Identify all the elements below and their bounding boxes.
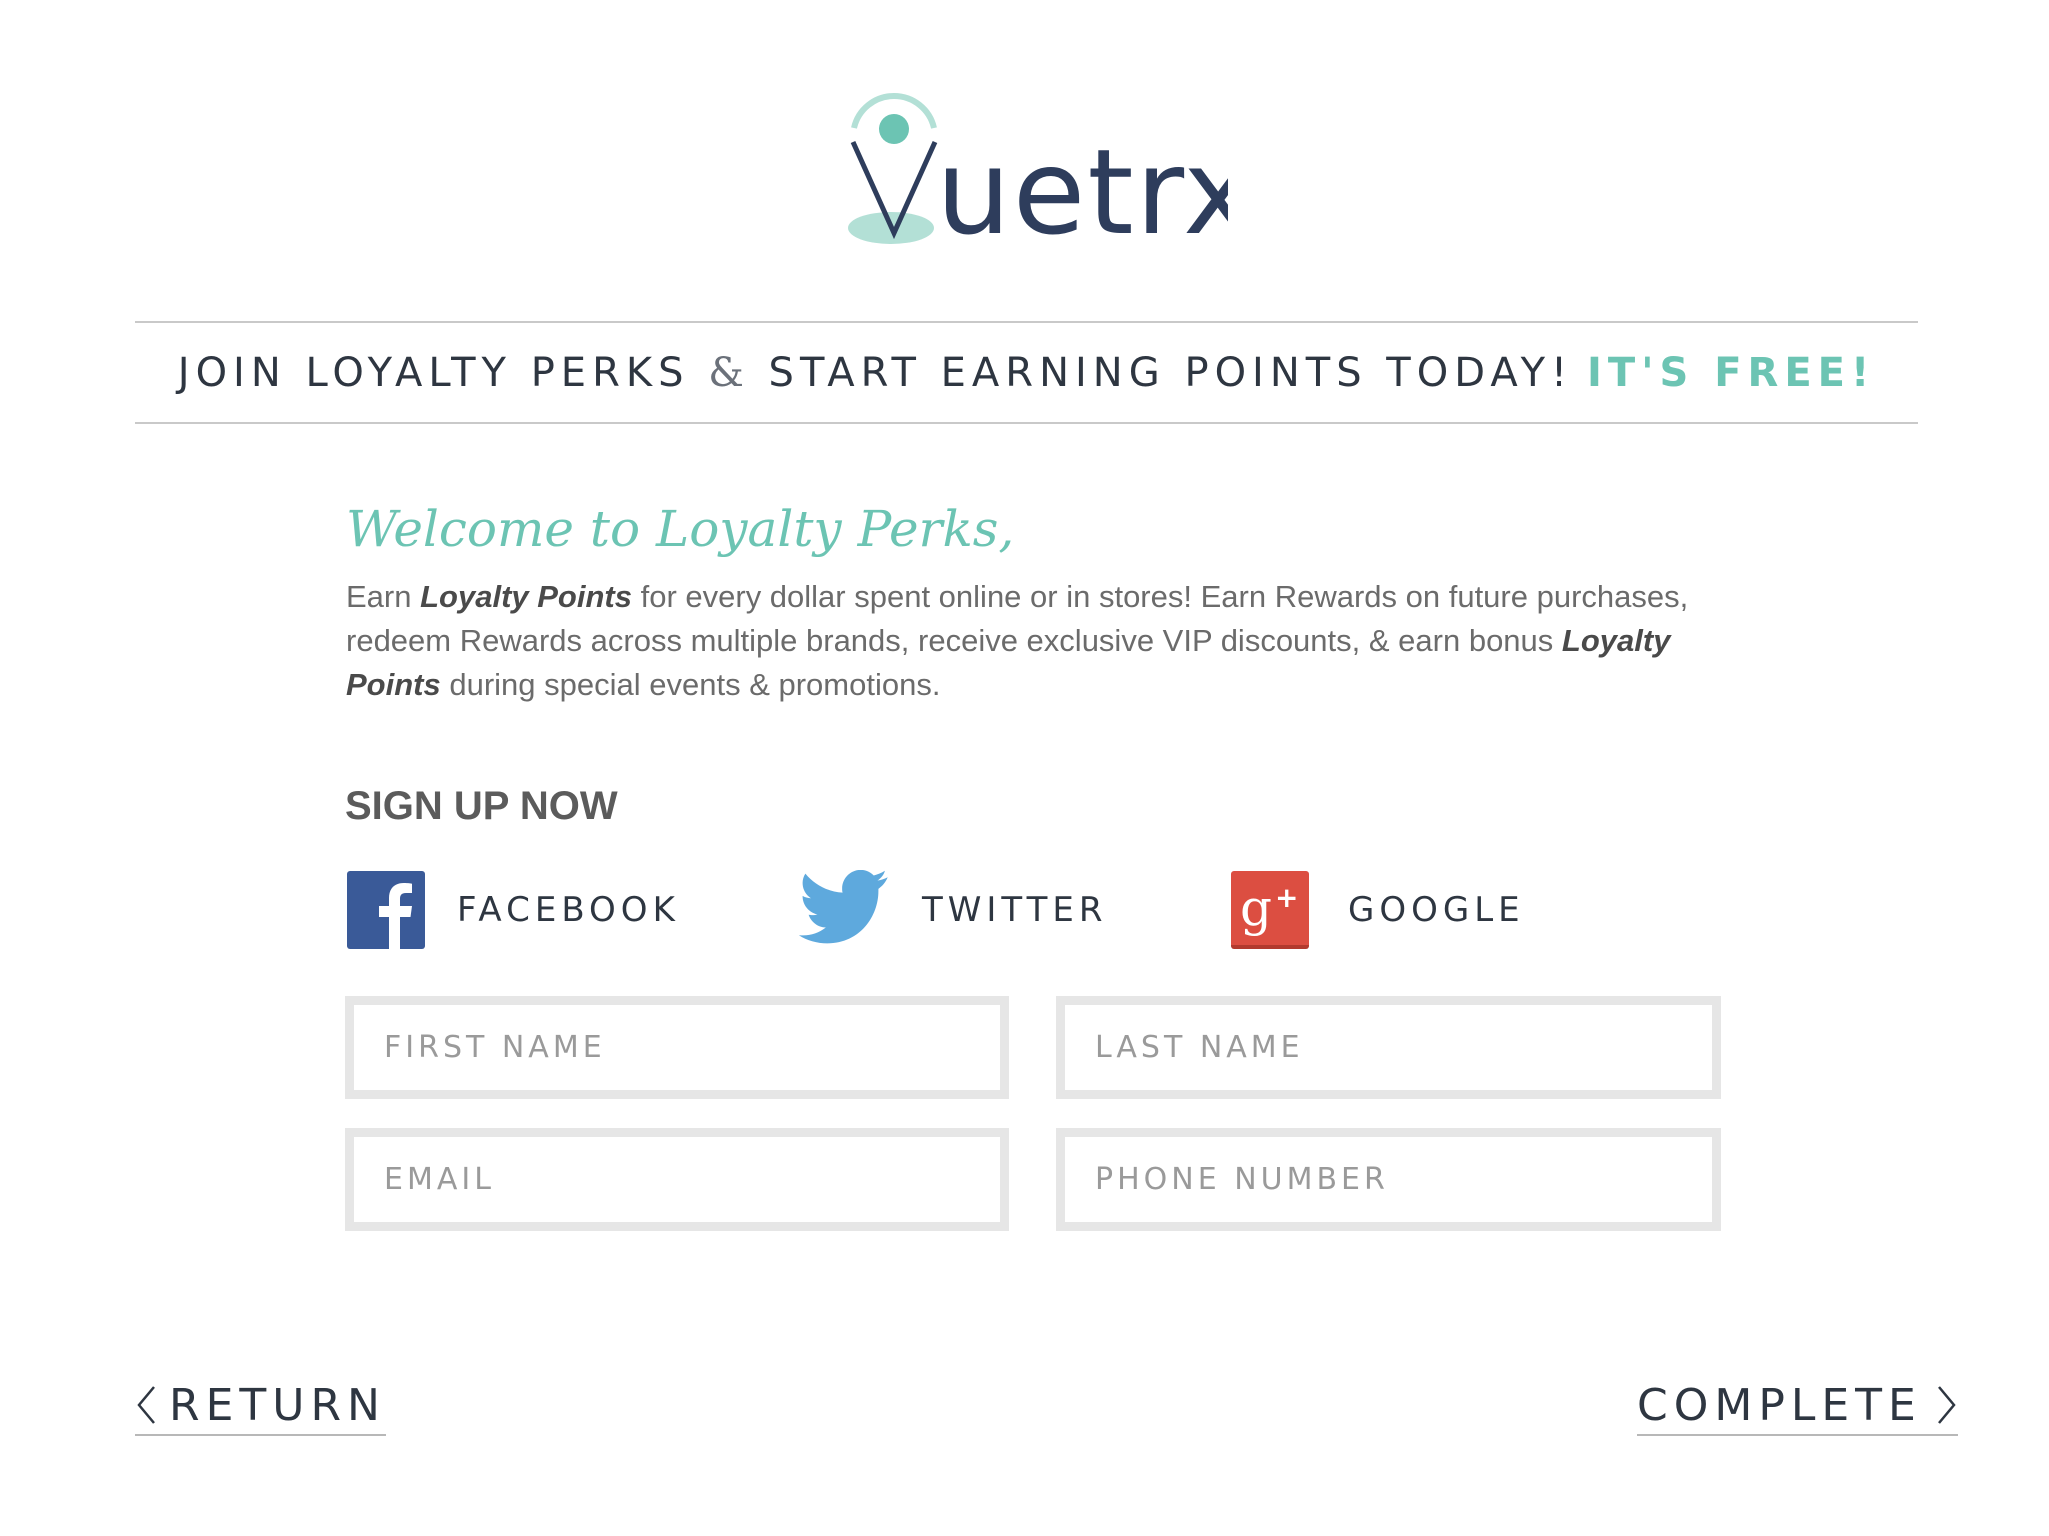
twitter-signup-button[interactable]: TWITTER [798,869,1108,950]
return-label: RETURN [169,1379,386,1431]
complete-button[interactable]: COMPLETE [1637,1376,1958,1436]
banner-highlight: IT'S FREE! [1587,349,1876,396]
welcome-text: Earn [346,579,421,614]
google-label: GOOGLE [1348,890,1525,930]
twitter-label: TWITTER [922,890,1108,930]
banner-text-1: JOIN LOYALTY PERKS [177,349,690,396]
banner-divider-bottom [135,422,1918,424]
promo-banner: JOIN LOYALTY PERKS & START EARNING POINT… [135,323,1918,422]
logo-wordmark: uetrx [936,123,1228,250]
return-button[interactable]: RETURN [135,1376,386,1436]
welcome-text: during special events & promotions. [440,667,941,702]
first-name-field[interactable] [345,996,1009,1099]
facebook-label: FACEBOOK [457,890,680,930]
banner-text-2: START EARNING POINTS TODAY! [768,349,1574,396]
banner-ampersand: & [708,349,750,396]
facebook-icon [347,871,425,949]
email-field[interactable] [345,1128,1009,1231]
facebook-signup-button[interactable]: FACEBOOK [347,870,680,950]
signup-heading: SIGN UP NOW [345,784,618,828]
chevron-right-icon [1937,1386,1956,1424]
twitter-icon [798,869,890,950]
google-plus-icon: g + [1231,871,1309,949]
logo-mark-icon: uetrx [848,93,1228,250]
welcome-emphasis: Loyalty Points [420,579,632,614]
signup-page: uetrx JOIN LOYALTY PERKS & START EARNING… [0,0,2049,1536]
welcome-title: Welcome to Loyalty Perks, [346,500,1015,558]
phone-number-field[interactable] [1056,1128,1721,1231]
last-name-field[interactable] [1056,996,1721,1099]
svg-text:+: + [1275,881,1298,914]
svg-text:g: g [1240,879,1272,937]
chevron-left-icon [137,1386,155,1424]
vuetrx-logo: uetrx [848,80,1228,250]
complete-label: COMPLETE [1637,1379,1922,1431]
google-signup-button[interactable]: g + GOOGLE [1231,870,1525,950]
welcome-description: Earn Loyalty Points for every dollar spe… [346,575,1756,707]
